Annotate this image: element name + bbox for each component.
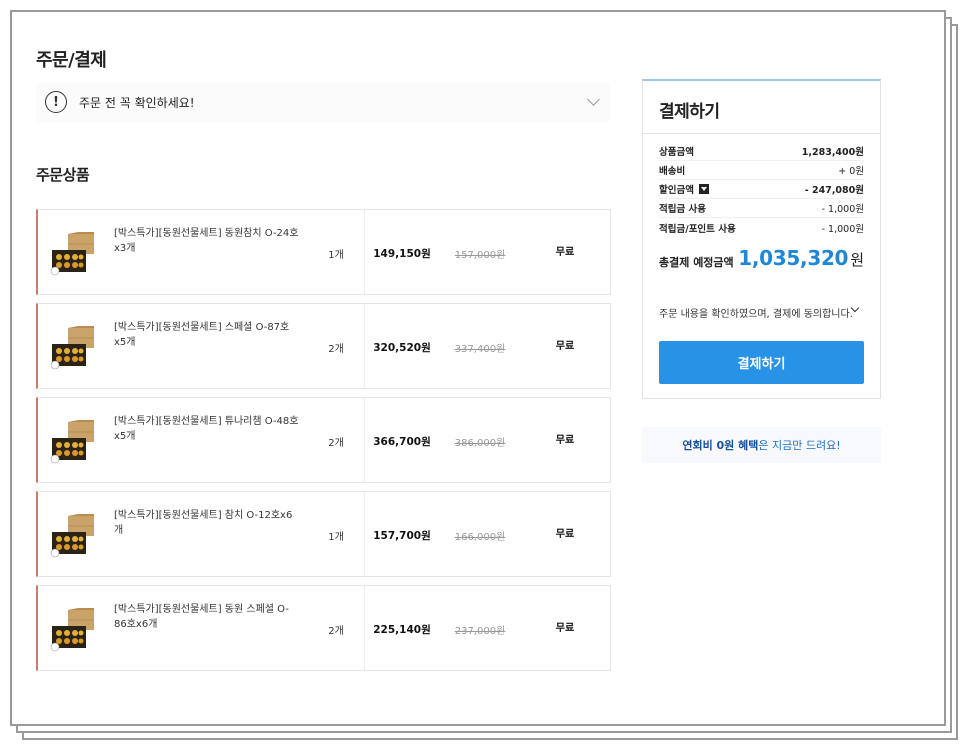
product-quantity: 2개 — [328, 344, 344, 355]
product-shipping: 무료 — [555, 341, 575, 352]
discount-row: 할인금액 - 247,080원 — [659, 180, 864, 199]
total-label: 총결제 예정금액 — [659, 256, 734, 269]
product-amount-value: 1,283,400원 — [801, 147, 864, 158]
product-name[interactable]: [박스특가][동원선물세트] 튜나리챔 O-48호x5개 — [114, 414, 299, 444]
payment-title: 결제하기 — [659, 102, 720, 122]
product-thumbnail[interactable] — [50, 326, 98, 370]
reward-use-row: 적립금 사용 - 1,000원 — [659, 199, 864, 218]
product-original-price: 157,000원 — [454, 250, 506, 261]
reward-point-label: 적립금/포인트 사용 — [659, 223, 736, 235]
promo-text: 은 지금만 드려요! — [758, 439, 841, 452]
product-original-price: 386,000원 — [454, 438, 506, 449]
product-quantity: 1개 — [328, 532, 344, 543]
chevron-down-icon[interactable] — [587, 93, 600, 106]
product-name[interactable]: [박스특가][동원선물세트] 스페셜 O-87호x5개 — [114, 320, 299, 350]
product-thumbnail[interactable] — [50, 514, 98, 558]
product-price: 157,700원 — [373, 530, 431, 542]
product-original-price: 166,000원 — [454, 532, 506, 543]
total-amount: 1,035,320 원 — [738, 246, 864, 270]
product-name[interactable]: [박스특가][동원선물세트] 동원 스페셜 O-86호x6개 — [114, 602, 299, 632]
product-amount-row: 상품금액 1,283,400원 — [659, 142, 864, 161]
order-item-row[interactable]: [박스특가][동원선물세트] 동원참치 O-24호x3개 1개 149,150원 15… — [36, 209, 611, 295]
product-amount-label: 상품금액 — [659, 147, 694, 158]
exclamation-circle-icon: ! — [45, 91, 67, 113]
order-notice[interactable]: ! 주문 전 꼭 확인하세요! — [36, 82, 610, 122]
agreement-text[interactable]: 주문 내용을 확인하였으며, 결제에 동의합니다. — [659, 305, 853, 320]
order-item-row[interactable]: [박스특가][동원선물세트] 동원 스페셜 O-86호x6개 2개 225,140원… — [36, 585, 611, 671]
product-shipping: 무료 — [555, 529, 575, 540]
discount-dropdown-icon[interactable] — [698, 184, 709, 194]
product-price: 320,520원 — [373, 342, 431, 354]
notice-text: 주문 전 꼭 확인하세요! — [79, 95, 195, 110]
reward-point-row: 적립금/포인트 사용 - 1,000원 — [659, 218, 864, 237]
product-name[interactable]: [박스특가][동원선물세트] 동원참치 O-24호x3개 — [114, 226, 299, 256]
total-value: 1,035,320 — [738, 246, 849, 270]
product-price: 149,150원 — [373, 248, 431, 260]
product-name[interactable]: [박스특가][동원선물세트] 참치 O-12호x6개 — [114, 508, 299, 538]
product-shipping: 무료 — [555, 435, 575, 446]
product-price: 366,700원 — [373, 436, 431, 448]
product-shipping: 무료 — [555, 623, 575, 634]
product-thumbnail[interactable] — [50, 232, 98, 276]
product-quantity: 1개 — [328, 250, 344, 261]
payment-panel: 결제하기 상품금액 1,283,400원 배송비 + 0원 할인금액 - 247… — [642, 79, 881, 399]
product-thumbnail[interactable] — [50, 608, 98, 652]
discount-value: - 247,080원 — [804, 185, 864, 196]
promo-banner[interactable]: 연회비 0원 혜택 은 지금만 드려요! — [642, 427, 881, 463]
reward-point-value: - 1,000원 — [821, 223, 864, 235]
order-item-row[interactable]: [박스특가][동원선물세트] 튜나리챔 O-48호x5개 2개 366,700원 38… — [36, 397, 611, 483]
product-thumbnail[interactable] — [50, 420, 98, 464]
pay-button[interactable]: 결제하기 — [659, 341, 864, 384]
product-original-price: 237,000원 — [454, 626, 506, 637]
product-quantity: 2개 — [328, 438, 344, 449]
shipping-fee-row: 배송비 + 0원 — [659, 161, 864, 180]
shipping-fee-value: + 0원 — [838, 166, 864, 177]
discount-label: 할인금액 — [659, 185, 694, 196]
promo-highlight: 연회비 0원 혜택 — [682, 439, 759, 452]
order-item-row[interactable]: [박스특가][동원선물세트] 스페셜 O-87호x5개 2개 320,520원 337… — [36, 303, 611, 389]
order-products-title: 주문상품 — [36, 166, 90, 184]
product-shipping: 무료 — [555, 247, 575, 258]
product-price: 225,140원 — [373, 624, 431, 636]
divider — [643, 133, 880, 134]
reward-use-value: - 1,000원 — [821, 204, 864, 215]
total-unit: 원 — [850, 251, 864, 269]
page-title: 주문/결제 — [36, 50, 107, 71]
shipping-fee-label: 배송비 — [659, 166, 686, 177]
product-quantity: 2개 — [328, 626, 344, 637]
order-item-row[interactable]: [박스특가][동원선물세트] 참치 O-12호x6개 1개 157,700원 166,… — [36, 491, 611, 577]
reward-use-label: 적립금 사용 — [659, 204, 707, 215]
product-original-price: 337,400원 — [454, 344, 506, 355]
